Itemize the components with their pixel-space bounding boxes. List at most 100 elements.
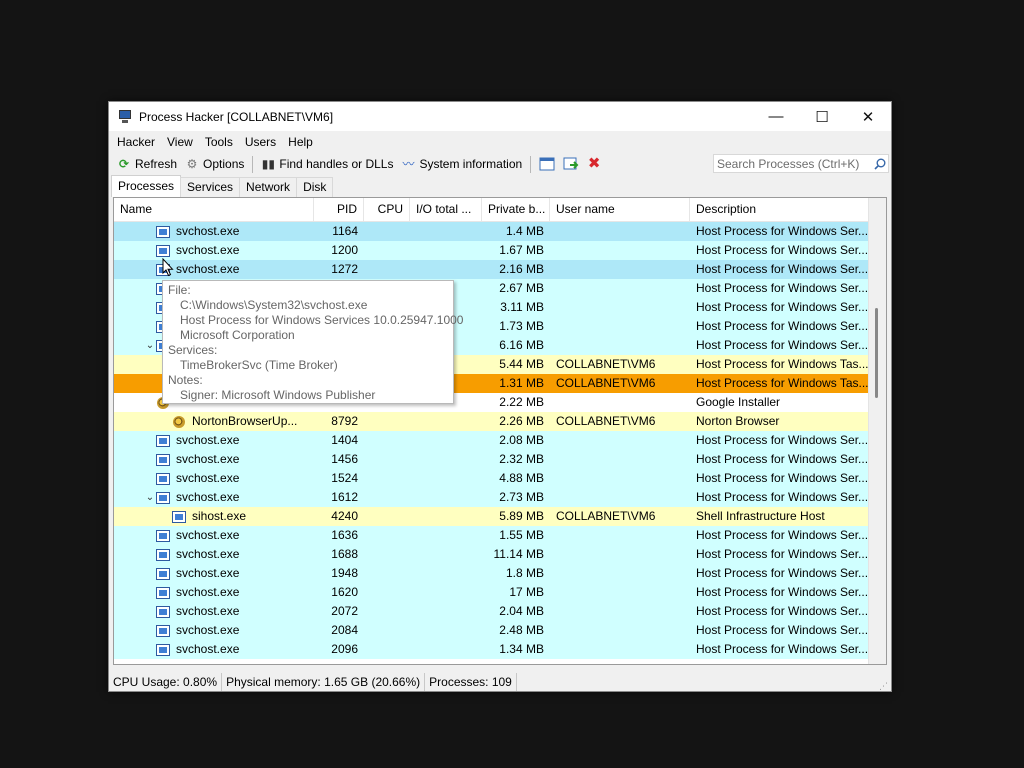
go-to-window-button[interactable] (559, 154, 583, 174)
process-row[interactable]: svchost.exe 1164 1.4 MB Host Process for Wi… (114, 222, 870, 241)
io-total-cell (410, 621, 482, 640)
process-name-cell: svchost.exe (114, 621, 314, 640)
tab-processes[interactable]: Processes (111, 175, 182, 197)
show-window-button[interactable] (535, 154, 559, 174)
description-cell: Host Process for Windows Ser... (696, 490, 869, 504)
description-cell: Host Process for Windows Ser... (696, 262, 869, 276)
process-name-cell: sihost.exe (114, 507, 314, 526)
private-bytes-cell: 2.32 MB (499, 452, 544, 466)
process-name: svchost.exe (176, 243, 240, 257)
process-row[interactable]: svchost.exe 1524 4.88 MB Host Process for W… (114, 469, 870, 488)
expand-toggle-icon[interactable]: ⌄ (144, 336, 156, 355)
tooltip-file-label: File: (168, 283, 191, 297)
description-cell: Host Process for Windows Tas... (696, 357, 869, 371)
process-window-icon (156, 605, 170, 618)
process-name-cell: svchost.exe (114, 450, 314, 469)
process-name: svchost.exe (176, 642, 240, 656)
process-row[interactable]: svchost.exe 2084 2.48 MB Host Process for W… (114, 621, 870, 640)
minimize-button[interactable]: — (753, 102, 799, 131)
description-cell: Host Process for Windows Ser... (696, 471, 869, 485)
io-total-cell (410, 469, 482, 488)
options-button[interactable]: ⚙ Options (181, 154, 248, 174)
description-cell: Host Process for Windows Ser... (696, 300, 869, 314)
refresh-icon: ⟳ (118, 157, 130, 171)
find-handles-button[interactable]: ▮▮ Find handles or DLLs (257, 154, 397, 174)
tab-network[interactable]: Network (239, 177, 298, 197)
cpu-cell (364, 450, 410, 469)
menu-hacker[interactable]: Hacker (111, 135, 161, 149)
process-name: svchost.exe (176, 566, 240, 580)
process-row[interactable]: svchost.exe 1456 2.32 MB Host Process for W… (114, 450, 870, 469)
private-bytes-cell: 2.16 MB (499, 262, 544, 276)
tab-disk[interactable]: Disk (296, 177, 334, 197)
pid-cell: 1456 (331, 452, 358, 466)
pid-cell: 1164 (332, 224, 358, 238)
tooltip-service: TimeBrokerSvc (Time Broker) (180, 358, 338, 372)
process-row[interactable]: sihost.exe 4240 5.89 MB COLLABNET\VM6 Shell … (114, 507, 870, 526)
refresh-button[interactable]: ⟳ Refresh (113, 154, 181, 174)
io-total-cell (410, 450, 482, 469)
column-name[interactable]: Name (114, 198, 314, 221)
resize-grip-icon[interactable]: ⋰ (879, 681, 889, 691)
tab-services[interactable]: Services (180, 177, 241, 197)
process-grid[interactable]: Name PID CPU I/O total ... Private b... … (113, 197, 887, 665)
cpu-cell (364, 241, 410, 260)
pid-cell: 1636 (331, 528, 358, 542)
tree-indent: ⌄ (114, 336, 156, 355)
process-window-icon (156, 643, 170, 656)
process-row[interactable]: svchost.exe 1620 17 MB Host Process for Win… (114, 583, 870, 602)
description-cell: Host Process for Windows Tas... (696, 376, 869, 390)
io-total-cell (410, 222, 482, 241)
column-cpu[interactable]: CPU (364, 198, 410, 221)
expand-toggle-icon[interactable]: ⌄ (144, 488, 156, 507)
process-row[interactable]: svchost.exe 1272 2.16 MB Host Process for W… (114, 260, 870, 279)
user-name-cell (550, 640, 690, 659)
user-name-cell (550, 279, 690, 298)
menu-help[interactable]: Help (282, 135, 319, 149)
column-user-name[interactable]: User name (550, 198, 690, 221)
cpu-cell (364, 526, 410, 545)
menu-view[interactable]: View (161, 135, 199, 149)
terminate-button[interactable]: ✖ (583, 154, 609, 174)
pid-cell: 1612 (331, 490, 358, 504)
menu-users[interactable]: Users (239, 135, 282, 149)
close-button[interactable]: ✕ (845, 102, 891, 131)
column-pid[interactable]: PID (314, 198, 364, 221)
options-label: Options (203, 157, 245, 171)
menu-tools[interactable]: Tools (199, 135, 239, 149)
user-name-cell (550, 260, 690, 279)
private-bytes-cell: 3.11 MB (500, 300, 544, 314)
column-private-bytes[interactable]: Private b... (482, 198, 550, 221)
tooltip-file-description: Host Process for Windows Services 10.0.2… (180, 313, 464, 327)
cpu-cell (364, 507, 410, 526)
private-bytes-cell: 1.8 MB (505, 566, 544, 580)
process-name: svchost.exe (176, 623, 240, 637)
search-icon[interactable] (872, 158, 888, 170)
process-row[interactable]: svchost.exe 2096 1.34 MB Host Process for W… (114, 640, 870, 659)
process-window-icon (156, 491, 170, 504)
process-row[interactable]: svchost.exe 1200 1.67 MB Host Process for W… (114, 241, 870, 260)
process-row[interactable]: svchost.exe 1404 2.08 MB Host Process for W… (114, 431, 870, 450)
io-total-cell (410, 640, 482, 659)
private-bytes-cell: 1.4 MB (505, 224, 544, 238)
process-window-icon (156, 529, 170, 542)
scrollbar-thumb[interactable] (875, 308, 878, 398)
process-row[interactable]: svchost.exe 2072 2.04 MB Host Process for W… (114, 602, 870, 621)
process-row[interactable]: svchost.exe 1948 1.8 MB Host Process for Wi… (114, 564, 870, 583)
process-row[interactable]: NortonBrowserUp... 8792 2.26 MB COLLABNET\V… (114, 412, 870, 431)
vertical-scrollbar[interactable] (868, 198, 886, 664)
process-name: svchost.exe (176, 490, 240, 504)
private-bytes-cell: 5.44 MB (499, 357, 544, 371)
search-box[interactable] (713, 154, 889, 173)
column-io-total[interactable]: I/O total ... (410, 198, 482, 221)
process-row[interactable]: ⌄ svchost.exe 1612 2.73 MB Host Process for … (114, 488, 870, 507)
title-bar[interactable]: Process Hacker [COLLABNET\VM6] — ☐ ✕ (109, 102, 891, 131)
process-row[interactable]: svchost.exe 1636 1.55 MB Host Process for W… (114, 526, 870, 545)
search-input[interactable] (717, 156, 872, 171)
system-information-button[interactable]: 〰 System information (397, 154, 526, 174)
column-description[interactable]: Description (690, 198, 870, 221)
process-name: svchost.exe (176, 528, 240, 542)
private-bytes-cell: 1.34 MB (499, 642, 544, 656)
process-row[interactable]: svchost.exe 1688 11.14 MB Host Process for … (114, 545, 870, 564)
maximize-button[interactable]: ☐ (799, 102, 845, 131)
